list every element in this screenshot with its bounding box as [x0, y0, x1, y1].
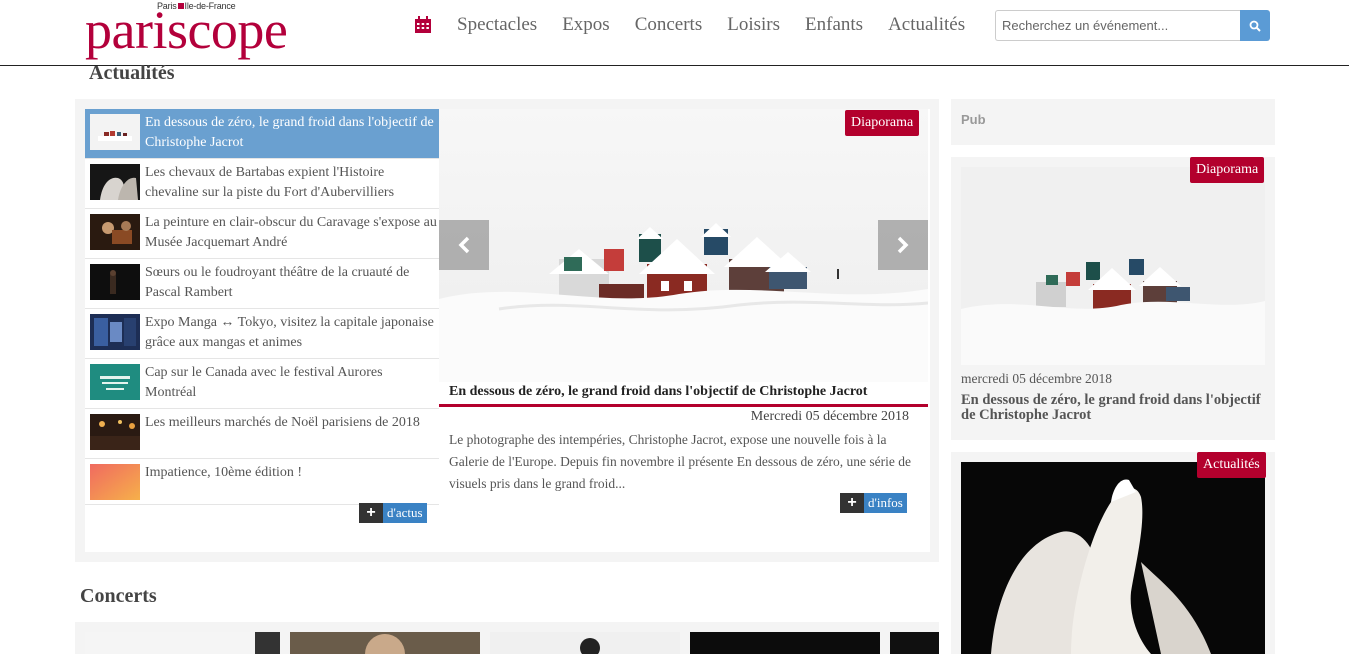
- list-item-label: Cap sur le Canada avec le festival Auror…: [145, 365, 383, 400]
- search-input[interactable]: [995, 10, 1241, 41]
- item-thumbnail: [90, 314, 140, 350]
- actualites-heading: Actualités: [89, 62, 175, 84]
- sidebar-card[interactable]: Diaporama mercredi 05 décembre 2018 En d…: [951, 157, 1275, 440]
- nav-spectacles[interactable]: Spectacles: [457, 14, 537, 36]
- diaporama-tag[interactable]: Diaporama: [1190, 157, 1265, 183]
- list-item-label: La peinture en clair-obscur du Caravage …: [145, 215, 437, 250]
- site-header: Paris Ile-de-France pariscope Spectacles …: [0, 0, 1349, 66]
- concert-thumbnail[interactable]: [490, 632, 680, 654]
- search-icon: [1249, 20, 1261, 32]
- item-thumbnail: [90, 364, 140, 400]
- card-title[interactable]: En dessous de zéro, le grand froid dans …: [961, 393, 1261, 423]
- list-item[interactable]: En dessous de zéro, le grand froid dans …: [85, 109, 447, 159]
- concert-thumbnail[interactable]: [890, 632, 939, 654]
- card-image: [961, 167, 1265, 365]
- more-actus-button[interactable]: + d'actus: [359, 503, 427, 523]
- more-actus-label: d'actus: [383, 503, 427, 523]
- pariscope-logo[interactable]: Paris Ile-de-France pariscope: [85, 0, 345, 60]
- list-item[interactable]: Cap sur le Canada avec le festival Auror…: [85, 359, 439, 409]
- nav-loisirs[interactable]: Loisirs: [727, 14, 780, 36]
- nav-enfants[interactable]: Enfants: [805, 14, 863, 36]
- list-item-label: Les chevaux de Bartabas expient l'Histoi…: [145, 165, 395, 200]
- list-item-label: Sœurs ou le foudroyant théâtre de la cru…: [145, 265, 410, 300]
- calendar-icon[interactable]: [413, 15, 433, 35]
- search-box: [995, 10, 1270, 41]
- hero-slideshow[interactable]: [439, 109, 928, 382]
- list-item-label: Impatience, 10ème édition !: [145, 465, 303, 480]
- concert-thumbnail[interactable]: [85, 632, 280, 654]
- actualites-tag[interactable]: Actualités: [1197, 452, 1266, 478]
- card-image: [961, 462, 1265, 654]
- ad-label: Pub: [961, 112, 986, 127]
- main-nav: Spectacles Expos Concerts Loisirs Enfant…: [413, 12, 990, 38]
- list-item[interactable]: La peinture en clair-obscur du Caravage …: [85, 209, 439, 259]
- nav-expos[interactable]: Expos: [562, 14, 610, 36]
- concert-thumbnail[interactable]: [290, 632, 480, 654]
- search-button[interactable]: [1240, 10, 1270, 41]
- list-item[interactable]: Expo Manga ↔ Tokyo, visitez la capitale …: [85, 309, 439, 359]
- item-thumbnail: [90, 414, 140, 450]
- ad-slot: Pub: [951, 99, 1275, 145]
- nav-concerts[interactable]: Concerts: [635, 14, 703, 36]
- logo-wordmark: pariscope: [85, 0, 288, 60]
- prev-arrow-button[interactable]: [439, 220, 489, 270]
- hero-divider: [439, 404, 928, 407]
- plus-icon: +: [840, 493, 864, 513]
- list-item-label: Les meilleurs marchés de Noël parisiens …: [145, 415, 420, 430]
- more-infos-label: d'infos: [864, 493, 907, 513]
- item-thumbnail: [90, 214, 140, 250]
- diaporama-tag[interactable]: Diaporama: [845, 110, 920, 136]
- list-item-label: Expo Manga ↔ Tokyo, visitez la capitale …: [145, 315, 434, 350]
- chevron-left-icon: [458, 236, 470, 254]
- sidebar-card[interactable]: Actualités: [951, 452, 1275, 654]
- concerts-heading: Concerts: [80, 585, 157, 607]
- card-date: mercredi 05 décembre 2018: [961, 371, 1113, 386]
- plus-icon: +: [359, 503, 383, 523]
- concerts-strip: [75, 622, 939, 654]
- list-item-label: En dessous de zéro, le grand froid dans …: [145, 115, 434, 150]
- hero-title[interactable]: En dessous de zéro, le grand froid dans …: [449, 384, 924, 400]
- concert-thumbnail[interactable]: [690, 632, 880, 654]
- item-thumbnail: [90, 264, 140, 300]
- hero-image: [439, 109, 928, 382]
- hero-date: Mercredi 05 décembre 2018: [750, 409, 909, 424]
- nav-actualites[interactable]: Actualités: [888, 14, 965, 36]
- list-item[interactable]: Les meilleurs marchés de Noël parisiens …: [85, 409, 439, 459]
- item-thumbnail: [90, 164, 140, 200]
- list-item[interactable]: Impatience, 10ème édition !: [85, 459, 439, 505]
- list-item[interactable]: Les chevaux de Bartabas expient l'Histoi…: [85, 159, 439, 209]
- item-thumbnail: [90, 464, 140, 500]
- chevron-right-icon: [897, 236, 909, 254]
- hero-description: Le photographe des intempéries, Christop…: [449, 432, 912, 491]
- item-thumbnail: [90, 114, 140, 150]
- next-arrow-button[interactable]: [878, 220, 928, 270]
- more-infos-button[interactable]: + d'infos: [840, 493, 907, 513]
- list-item[interactable]: Sœurs ou le foudroyant théâtre de la cru…: [85, 259, 439, 309]
